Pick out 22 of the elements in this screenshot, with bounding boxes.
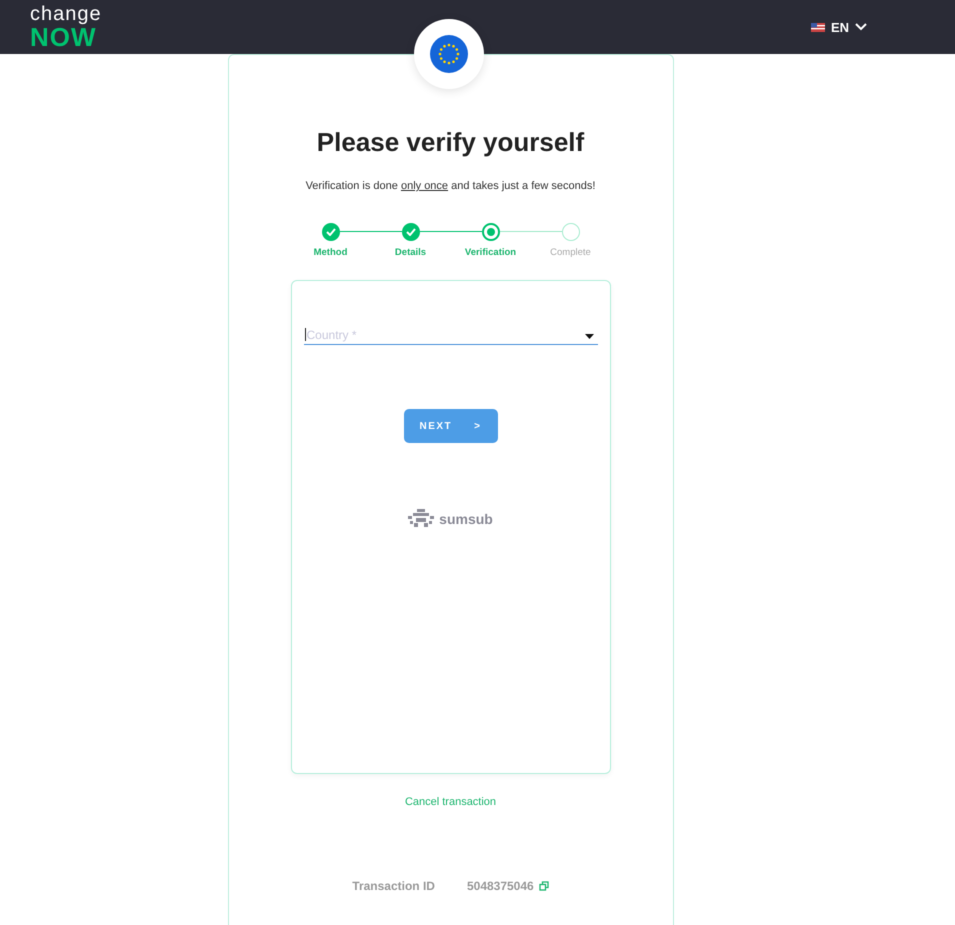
step-label: Details xyxy=(394,247,426,258)
logo-text: change xyxy=(30,4,102,24)
page-title: Please verify yourself xyxy=(316,127,584,158)
language-selector[interactable]: EN xyxy=(810,20,867,34)
dot-icon xyxy=(486,228,494,236)
logo-text: NOW xyxy=(30,24,97,50)
flag-icon xyxy=(810,22,825,32)
dropdown-arrow-icon xyxy=(584,334,594,339)
check-icon xyxy=(406,228,416,236)
eu-flag-icon xyxy=(430,35,468,73)
transaction-label: Transaction ID xyxy=(352,879,435,893)
step-label: Complete xyxy=(550,247,591,258)
chevron-down-icon xyxy=(855,23,867,31)
subtitle: Verification is done only once and takes just a few seconds! xyxy=(306,180,596,192)
copy-icon[interactable] xyxy=(538,881,549,891)
step-label: Method xyxy=(314,247,348,258)
provider-logo-text: sumsub xyxy=(439,511,493,527)
check-icon xyxy=(326,228,336,236)
step-label: Verification xyxy=(464,247,516,258)
transaction-id: 5048375046 xyxy=(466,879,534,893)
underlined-link[interactable]: only once xyxy=(400,180,448,192)
sumsub-logo-icon xyxy=(408,509,434,529)
